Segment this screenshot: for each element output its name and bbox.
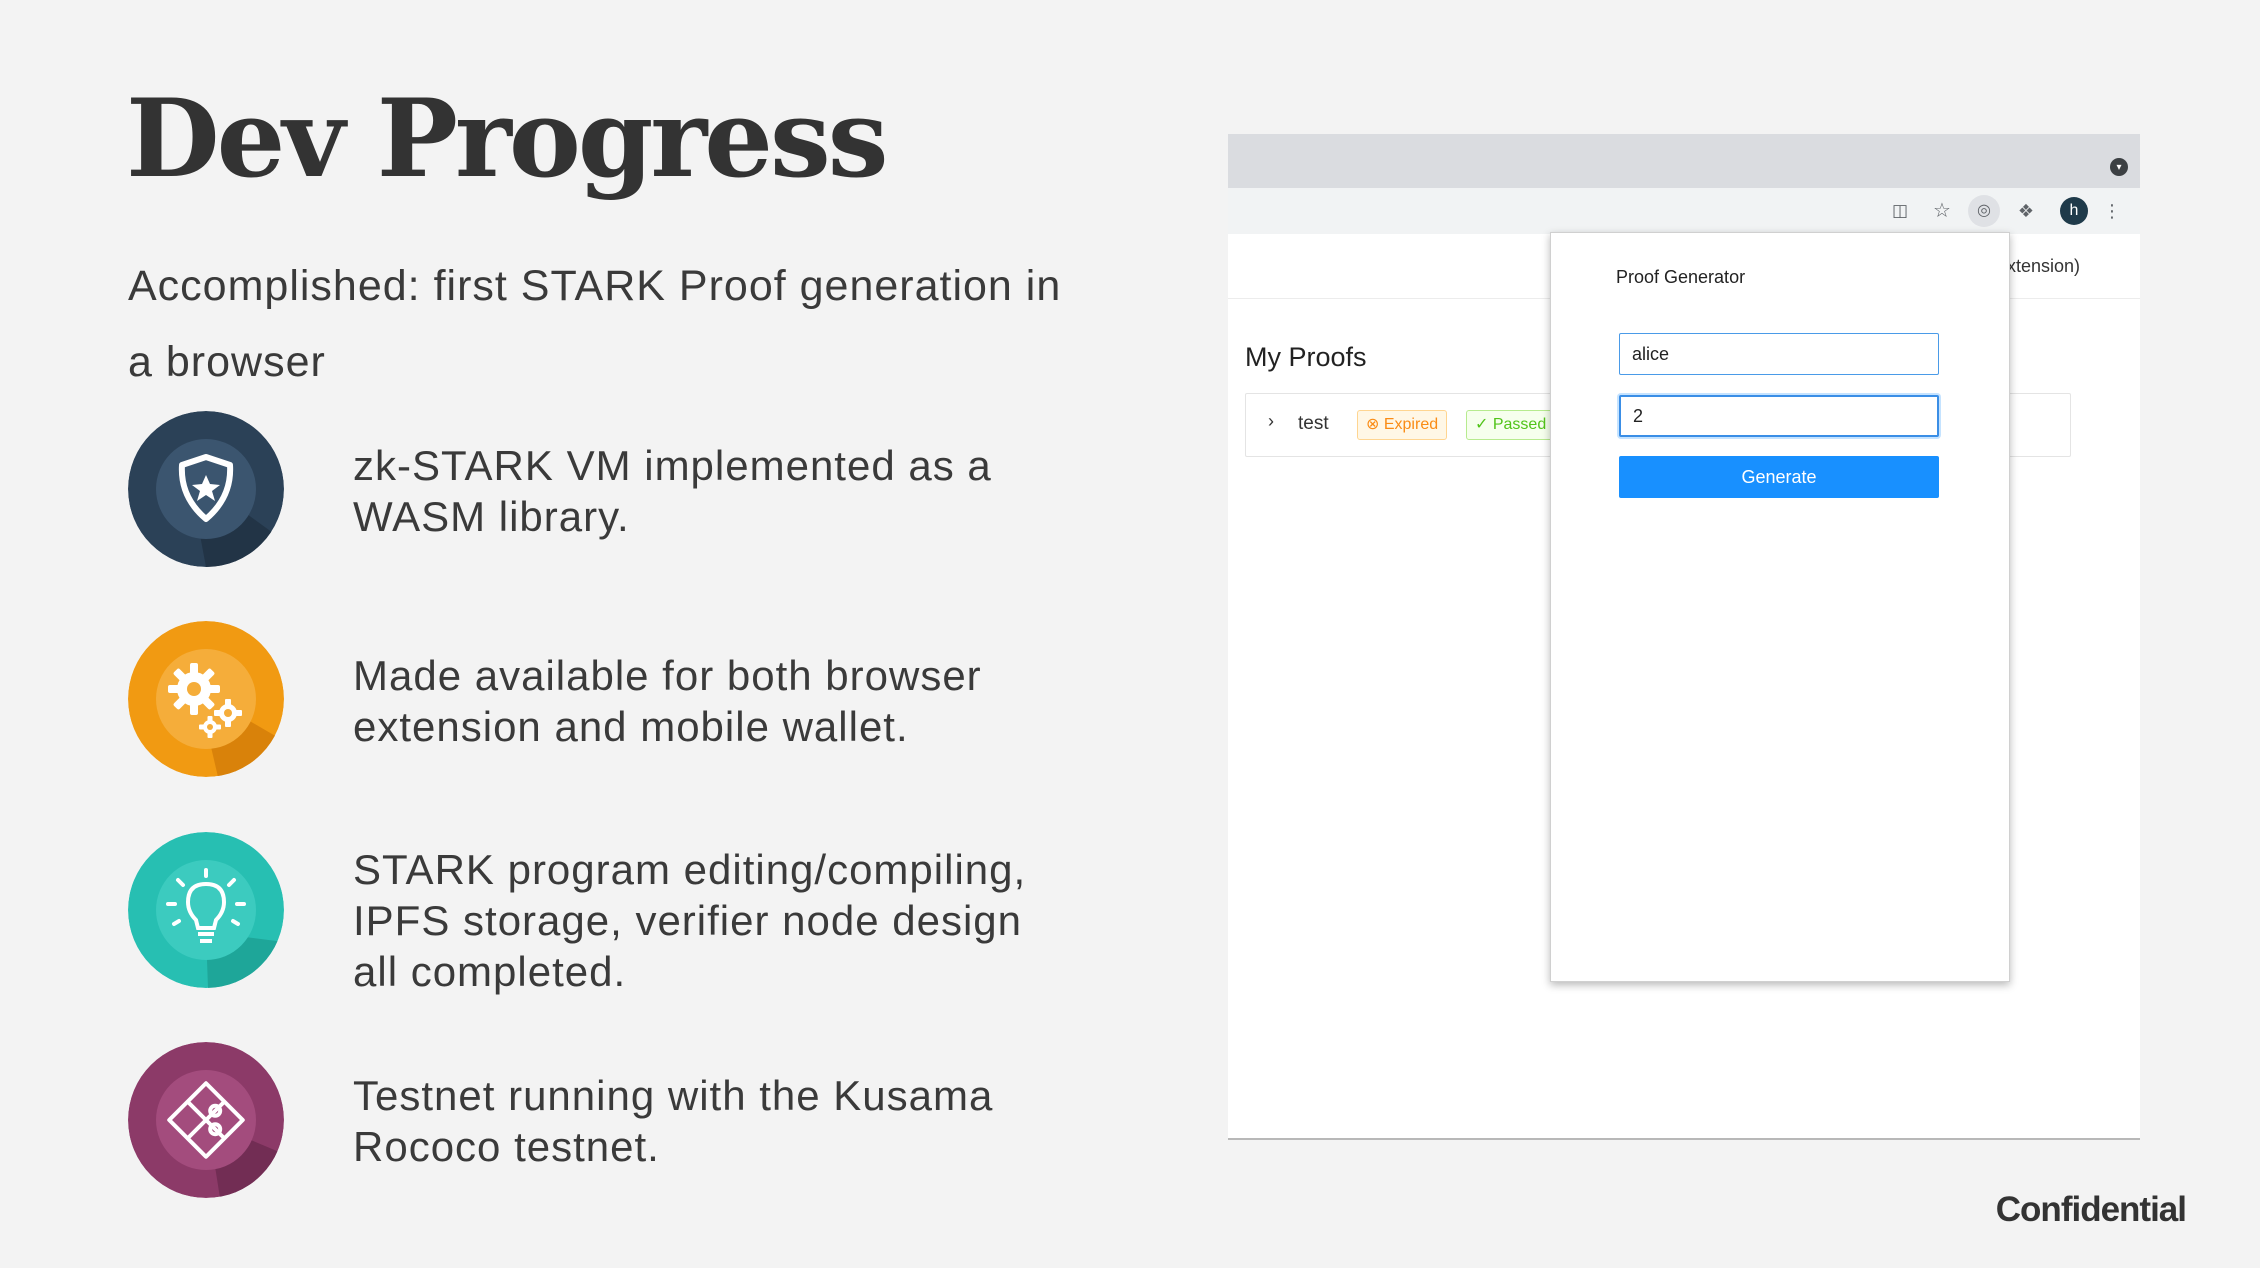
proof-name: test [1298, 413, 1329, 434]
shield-star-icon [128, 411, 284, 567]
check-circle-icon: ✓ [1475, 416, 1489, 433]
extension-active-icon[interactable]: ◎ [1968, 195, 2000, 227]
slide-title: Dev Progress [126, 76, 889, 202]
browser-toolbar: ◫ ☆ ◎ ❖ ⋮ [1228, 188, 2140, 234]
slide-subtitle: Accomplished: first STARK Proof generati… [128, 262, 1062, 386]
expired-icon: ⊗ [1366, 416, 1380, 433]
star-icon[interactable]: ☆ [1926, 195, 1958, 227]
confidential-label: Confidential [1995, 1190, 2187, 1229]
feature-text-3: STARK program editing/compiling, IPFS st… [353, 846, 1027, 995]
popup-title: Proof Generator [1616, 267, 1746, 287]
proof-generator-popup: Proof Generator Generate [1550, 232, 2010, 982]
browser-screenshot: ▾ ◫ ☆ ◎ ❖ ⋮ h xtension) My Proofs › test… [1228, 134, 2140, 1140]
generate-button[interactable]: Generate [1619, 456, 1939, 498]
number-input[interactable] [1619, 395, 1939, 437]
tab-search-icon[interactable]: ▾ [2110, 158, 2128, 176]
lightbulb-icon [128, 832, 284, 988]
page-header-text: xtension) [2007, 256, 2081, 276]
name-input[interactable] [1619, 333, 1939, 375]
my-proofs-heading: My Proofs [1245, 342, 1367, 372]
feature-text-2: Made available for both browser extensio… [353, 652, 982, 750]
tab-strip: ▾ [1228, 134, 2140, 188]
puzzle-extensions-icon[interactable]: ❖ [2010, 195, 2042, 227]
status-badge-passed: ✓ Passed [1466, 410, 1556, 440]
passed-label: Passed [1492, 416, 1547, 433]
gears-icon [128, 621, 284, 777]
puzzle-icon [128, 1042, 284, 1198]
feature-text-4: Testnet running with the Kusama Rococo t… [353, 1072, 994, 1170]
more-icon[interactable]: ⋮ [2096, 195, 2128, 227]
chevron-right-icon[interactable]: › [1268, 411, 1274, 432]
avatar[interactable]: h [2060, 197, 2088, 225]
status-badge-expired: ⊗ Expired [1357, 410, 1448, 440]
translate-icon[interactable]: ◫ [1884, 195, 1916, 227]
expired-label: Expired [1383, 416, 1439, 433]
feature-text-1: zk-STARK VM implemented as a WASM librar… [353, 442, 992, 540]
